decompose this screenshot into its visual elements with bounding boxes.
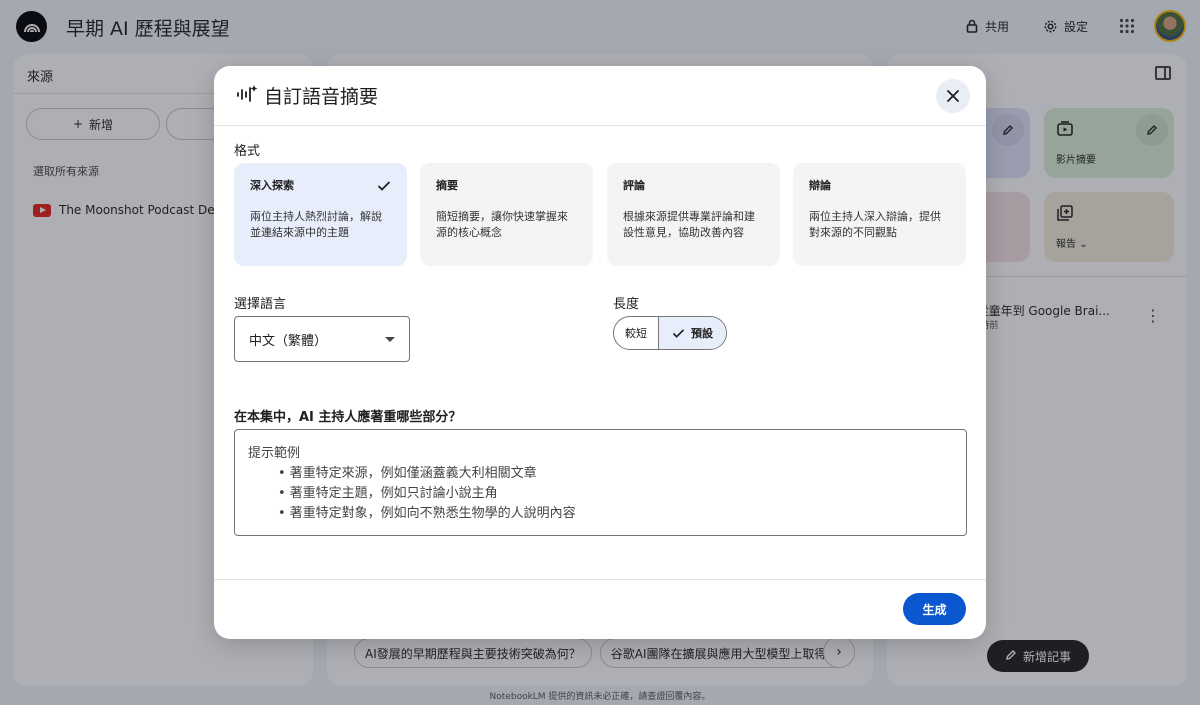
check-icon [377, 177, 391, 196]
check-icon [672, 328, 685, 338]
focus-question-label: 在本集中，AI 主持人應著重哪些部分？ [234, 410, 462, 425]
length-segmented-control: 較短 預設 [613, 316, 727, 350]
close-button[interactable] [936, 79, 970, 113]
format-desc: 根據來源提供專業評論和建設性意見，協助改善內容 [623, 210, 755, 239]
format-title: 摘要 [436, 179, 458, 192]
prompt-example: 著重特定對象，例如向不熟悉生物學的人說明內容 [278, 504, 953, 524]
generate-button[interactable]: 生成 [903, 593, 966, 625]
length-label: 長度 [613, 297, 640, 312]
format-label: 格式 [234, 144, 261, 159]
audio-spark-icon [236, 84, 258, 108]
close-icon [947, 90, 959, 102]
language-value: 中文（繁體） [249, 333, 328, 349]
format-card-debate[interactable]: 辯論 兩位主持人深入辯論，提供對來源的不同觀點 [793, 163, 966, 266]
focus-prompt-textarea[interactable]: 提示範例 著重特定來源，例如僅涵蓋義大利相關文章 著重特定主題，例如只討論小說主… [234, 429, 967, 536]
format-desc: 兩位主持人熱烈討論，解說並連結來源中的主題 [250, 210, 382, 239]
format-desc: 簡短摘要，讓你快速掌握來源的核心概念 [436, 210, 568, 239]
format-title: 辯論 [809, 179, 831, 192]
prompt-example: 著重特定主題，例如只討論小說主角 [278, 484, 953, 504]
format-desc: 兩位主持人深入辯論，提供對來源的不同觀點 [809, 210, 941, 239]
format-card-critique[interactable]: 評論 根據來源提供專業評論和建設性意見，協助改善內容 [607, 163, 780, 266]
format-title: 評論 [623, 179, 645, 192]
format-title: 深入探索 [250, 179, 294, 192]
dropdown-arrow-icon [385, 336, 395, 342]
format-card-brief[interactable]: 摘要 簡短摘要，讓你快速掌握來源的核心概念 [420, 163, 593, 266]
length-option-short[interactable]: 較短 [614, 317, 659, 349]
length-option-label: 預設 [691, 327, 713, 340]
prompt-example-title: 提示範例 [248, 446, 301, 461]
prompt-example: 著重特定來源，例如僅涵蓋義大利相關文章 [278, 464, 953, 484]
dialog-footer-divider [214, 579, 986, 580]
length-option-default[interactable]: 預設 [659, 317, 726, 349]
dialog-header: 自訂語音摘要 [214, 66, 986, 126]
language-label: 選擇語言 [234, 297, 287, 312]
prompt-example-list: 著重特定來源，例如僅涵蓋義大利相關文章 著重特定主題，例如只討論小說主角 著重特… [248, 464, 953, 524]
format-card-deep-dive[interactable]: 深入探索 兩位主持人熱烈討論，解說並連結來源中的主題 [234, 163, 407, 266]
dialog-title: 自訂語音摘要 [264, 86, 379, 108]
language-select[interactable]: 中文（繁體） [234, 316, 410, 362]
customize-audio-dialog: 自訂語音摘要 格式 深入探索 兩位主持人熱烈討論，解說並連結來源中的主題 摘要 … [214, 66, 986, 639]
